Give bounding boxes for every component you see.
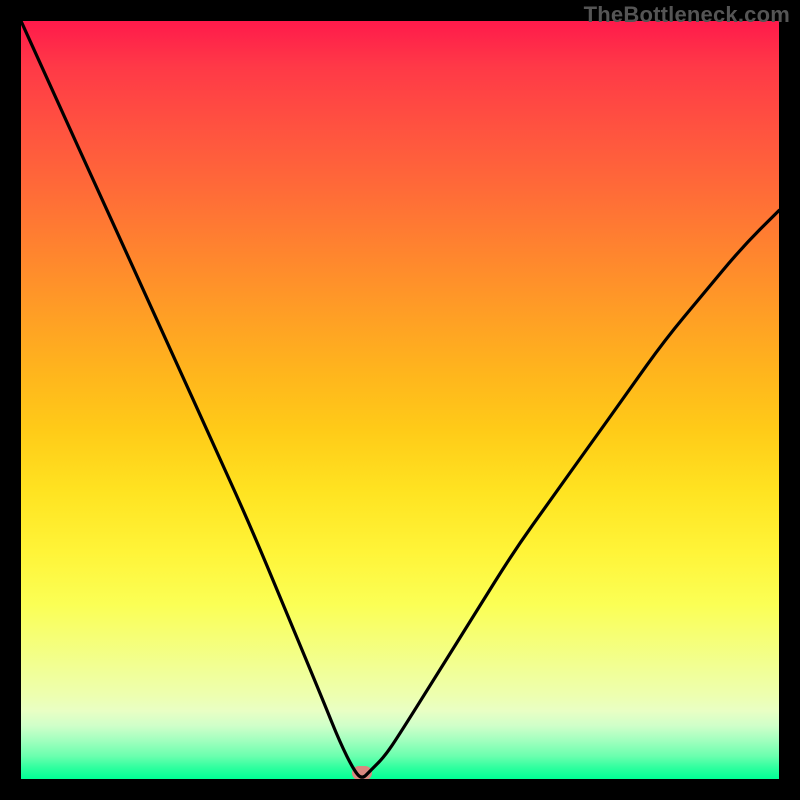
chart-frame: TheBottleneck.com [0, 0, 800, 800]
bottleneck-curve [21, 21, 779, 779]
watermark-text: TheBottleneck.com [584, 2, 790, 28]
plot-area [21, 21, 779, 779]
